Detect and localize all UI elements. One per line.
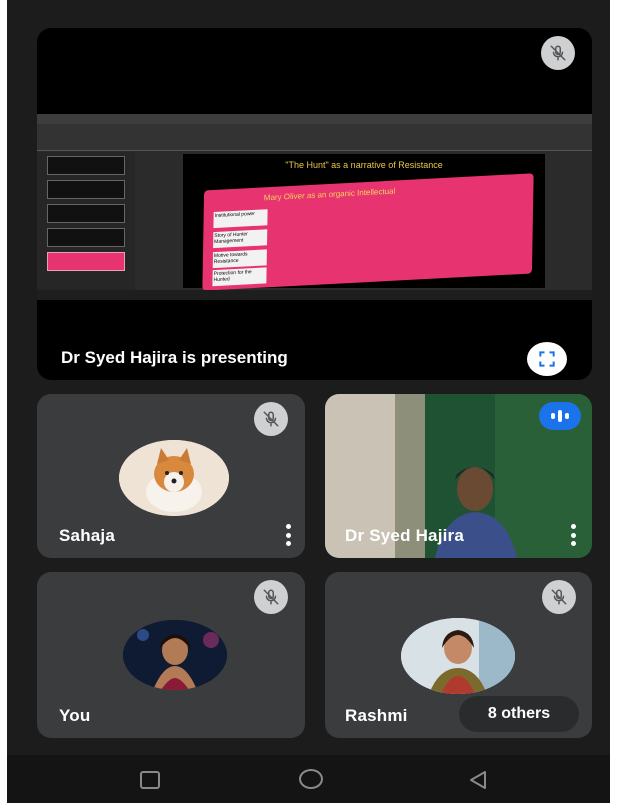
woman-avatar	[123, 620, 227, 690]
slide-canvas: "The Hunt" as a narrative of Resistance …	[183, 154, 545, 291]
fullscreen-icon	[539, 351, 555, 367]
app-ribbon	[37, 124, 592, 151]
presenting-label: Dr Syed Hajira is presenting	[61, 348, 288, 367]
slide-item: Protection for the Hunted	[212, 267, 267, 287]
shared-screen: "The Hunt" as a narrative of Resistance …	[37, 114, 592, 300]
slide-item: Motive towards Resistance	[212, 249, 267, 269]
slide-thumbnail	[47, 156, 125, 175]
participant-tile-sahaja[interactable]: Sahaja	[37, 394, 305, 558]
more-options-button[interactable]	[570, 524, 576, 546]
recent-apps-icon[interactable]	[140, 771, 160, 789]
slide-thumbnail-active	[47, 252, 125, 271]
slide-thumbnail	[47, 180, 125, 199]
slide-pink-card: Mary Oliver as an organic Intellectual I…	[202, 173, 534, 291]
slide-item: Institutional power	[213, 209, 268, 229]
presentation-tile[interactable]: "The Hunt" as a narrative of Resistance …	[37, 28, 592, 380]
slide-thumbnail	[47, 228, 125, 247]
participant-name: Sahaja	[59, 526, 116, 545]
home-icon[interactable]	[299, 769, 323, 789]
dog-avatar	[119, 440, 229, 516]
slide-title: "The Hunt" as a narrative of Resistance	[285, 160, 443, 170]
back-icon[interactable]	[467, 769, 489, 791]
slide-thumbnails	[37, 152, 135, 290]
app-title-bar	[37, 114, 592, 124]
slide-thumbnail	[47, 204, 125, 223]
speaking-indicator-icon	[539, 402, 581, 430]
participant-tile-dr-syed-hajira[interactable]: Dr Syed Hajira	[325, 394, 592, 558]
participant-name: Rashmi	[345, 706, 408, 725]
meet-screen: "The Hunt" as a narrative of Resistance …	[7, 0, 610, 803]
mic-off-icon	[541, 36, 575, 70]
android-nav-bar	[7, 755, 610, 803]
participant-name: Dr Syed Hajira	[345, 526, 465, 545]
slide-heading: Mary Oliver as an organic Intellectual	[263, 186, 396, 203]
woman-avatar-2	[401, 618, 515, 694]
others-chip[interactable]: 8 others	[459, 696, 579, 732]
mic-off-icon	[542, 580, 576, 614]
participant-tile-rashmi[interactable]: Rashmi 8 others	[325, 572, 592, 738]
fullscreen-button[interactable]	[527, 342, 567, 376]
slide-item: Story of Hunter Management	[213, 229, 268, 249]
participant-tile-you[interactable]: You	[37, 572, 305, 738]
mic-off-icon	[254, 580, 288, 614]
app-status-bar	[37, 290, 592, 300]
mic-off-icon	[254, 402, 288, 436]
participant-name: You	[59, 706, 91, 725]
more-options-button[interactable]	[285, 524, 291, 546]
